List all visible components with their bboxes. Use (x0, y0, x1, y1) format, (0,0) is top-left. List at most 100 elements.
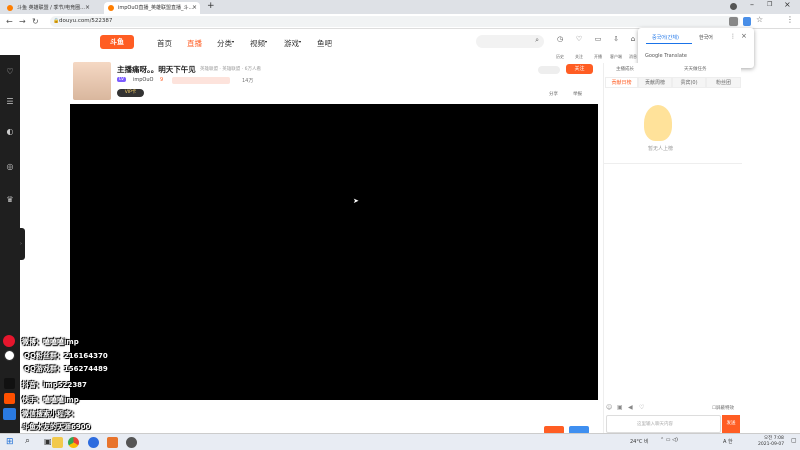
tab-label: 贡献周榜 (644, 80, 665, 86)
tab-weekly-rank[interactable]: 贡献周榜 (638, 77, 672, 88)
url-input[interactable]: 🔒 douyu.com/522387 (50, 16, 740, 27)
system-tray-icons[interactable]: ⌃ ▭ ◁) (660, 437, 678, 443)
sidebar-item-follow[interactable]: ♡ (0, 67, 20, 76)
fan-badge-icon[interactable]: ▣ (617, 404, 623, 411)
search-icon[interactable]: ⌕ (25, 436, 30, 446)
ime-indicator[interactable]: A 한 (723, 438, 733, 445)
tab-label: 贵宾(0) (680, 80, 698, 86)
browser-tab-inactive[interactable]: 斗鱼 英雄联盟 / 季节/电竞圈... × (3, 2, 93, 14)
notification-icon[interactable]: ▢ (791, 437, 797, 444)
close-tab-icon[interactable]: × (85, 2, 90, 14)
task-view-icon[interactable]: ▣ (44, 437, 52, 446)
translate-icon[interactable] (729, 17, 738, 26)
browser-tab-bar: 斗鱼 英雄联盟 / 季节/电竞圈... × impOuO直播_英雄联盟直播_斗.… (0, 0, 800, 14)
sidebar-item-games[interactable]: ◐ (0, 127, 20, 136)
empty-rank-text: 暂无人上榜 (648, 146, 674, 152)
client-label: 客户端 (610, 54, 622, 59)
tab-vip[interactable]: 贵宾(0) (672, 77, 706, 88)
close-window-icon[interactable]: × (784, 0, 791, 9)
overlay-line-weibo: 微博：嗑嗑嗑imp (22, 338, 79, 346)
heart-icon[interactable]: ♡ (639, 404, 644, 411)
new-tab-icon[interactable]: + (207, 1, 215, 11)
minimize-window-icon[interactable]: – (750, 0, 754, 9)
follow-button[interactable]: 关注 (566, 64, 593, 74)
active-lang-underline (646, 43, 692, 44)
streamer-name[interactable]: impOuO (133, 77, 153, 83)
growth-label[interactable]: 主播成长 (616, 66, 634, 72)
level-badge: LV (117, 77, 127, 82)
translate-popup: 중국어(간체) 한국어 ⋮ × Google Translate (638, 28, 754, 68)
app-icon[interactable] (126, 437, 137, 448)
broadcast-button[interactable]: ▭ 开播 (591, 35, 605, 62)
megaphone-icon[interactable]: ◀ (628, 404, 633, 411)
send-button[interactable]: 发送 (722, 415, 740, 433)
search-icon[interactable]: ⌕ (535, 36, 539, 45)
translate-lang-source[interactable]: 중국어(간체) (652, 34, 679, 41)
divider (604, 163, 742, 164)
clock-time[interactable]: 오전 7:08 (764, 435, 784, 441)
windows-taskbar: ⊞ ⌕ ▣ 24°C 비 ⌃ ▭ ◁) A 한 오전 7:08 2021-09-… (0, 433, 800, 450)
reload-icon[interactable]: ↻ (32, 16, 39, 27)
bookmark-star-icon[interactable]: ☆ (756, 15, 763, 24)
history-button[interactable]: ◷ 历史 (553, 35, 567, 62)
gift-rank-bar (172, 77, 230, 84)
nav-home[interactable]: 首页 (157, 38, 172, 49)
google-translate-footer: Google Translate (645, 53, 687, 59)
follow-list-label: 关注 (575, 54, 583, 59)
share-link[interactable]: 分享 (549, 91, 558, 97)
sidebar-item-ranking[interactable]: ☰ (0, 97, 20, 106)
tasks-label[interactable]: 天天做任务 (684, 66, 707, 72)
client-button[interactable]: ⇩ 客户端 (609, 35, 623, 62)
menu-dots-icon[interactable]: ⋮ (786, 15, 794, 24)
popup-menu-icon[interactable]: ⋮ (730, 33, 736, 40)
app-icon[interactable] (107, 437, 118, 448)
follow-list-button[interactable]: ♡ 关注 (572, 35, 586, 62)
douyu-logo[interactable]: 斗鱼 (100, 35, 134, 49)
tab-fanclub[interactable]: 粉丝团 (706, 77, 741, 88)
heart-icon: ♡ (575, 35, 583, 43)
close-tab-icon[interactable]: × (192, 2, 197, 14)
overlay-line-community: 斗鱼水友的天涯6900 (22, 423, 91, 431)
sidebar-item-match[interactable]: ♛ (0, 195, 20, 204)
category-link[interactable]: 英雄联盟 · 英雄联盟 · 6万人看 (200, 66, 261, 72)
vip-card-badge[interactable]: VIP卡 (117, 89, 144, 97)
message-label: 消息 (629, 54, 637, 59)
streamer-avatar[interactable] (73, 62, 111, 100)
mouse-icon: ◐ (6, 127, 14, 136)
maximize-window-icon[interactable]: ❐ (767, 1, 772, 8)
video-player[interactable]: ➤ (70, 104, 598, 400)
sidebar-collapse-handle[interactable]: › (20, 228, 25, 260)
emoji-icon[interactable]: ☺ (606, 404, 612, 411)
site-search-input[interactable]: ⌕ (476, 35, 544, 48)
profile-icon[interactable] (730, 3, 737, 10)
translate-lang-target[interactable]: 한국어 (699, 34, 713, 41)
windows-start-icon[interactable]: ⊞ (6, 437, 14, 447)
chrome-icon[interactable] (68, 437, 79, 448)
popup-close-icon[interactable]: × (741, 32, 747, 40)
tab-daily-rank[interactable]: 贡献日榜 (605, 77, 638, 88)
report-link[interactable]: 举报 (573, 91, 582, 97)
chat-input[interactable]: 这里输入聊天内容 (606, 415, 721, 433)
tab-label: 粉丝团 (715, 80, 731, 86)
shield-effects-checkbox[interactable]: ☐屏蔽特效 (712, 405, 734, 411)
overlay-line-kuaishou: 快手：嗑嗑嗑imp (22, 396, 79, 404)
browser-tab-active[interactable]: impOuO直播_英雄联盟直播_斗... × (104, 2, 200, 14)
nav-live[interactable]: 直播 (187, 38, 202, 49)
forward-icon[interactable]: → (19, 16, 26, 27)
overlay-line-qq-fans: QQ粉丝群：216164370 (24, 352, 108, 360)
nav-category[interactable]: 分类 (217, 38, 232, 49)
clock-date[interactable]: 2021-09-07 (758, 442, 784, 447)
weather-text[interactable]: 24°C 비 (630, 438, 649, 445)
extension-icon[interactable] (743, 17, 751, 26)
app-icon[interactable] (88, 437, 99, 448)
file-explorer-icon[interactable] (52, 437, 63, 448)
nav-games[interactable]: 游戏 (284, 38, 299, 49)
clock-icon: ◷ (556, 35, 564, 43)
back-icon[interactable]: ← (6, 16, 13, 27)
follow-toggle[interactable] (538, 66, 560, 74)
chevron-down-icon: ▾ (265, 39, 268, 44)
tiktok-icon (4, 378, 15, 389)
sidebar-item-gamecenter[interactable]: ◎ (0, 162, 20, 171)
nav-video[interactable]: 视频 (250, 38, 265, 49)
nav-fishbar[interactable]: 鱼吧 (317, 38, 332, 49)
